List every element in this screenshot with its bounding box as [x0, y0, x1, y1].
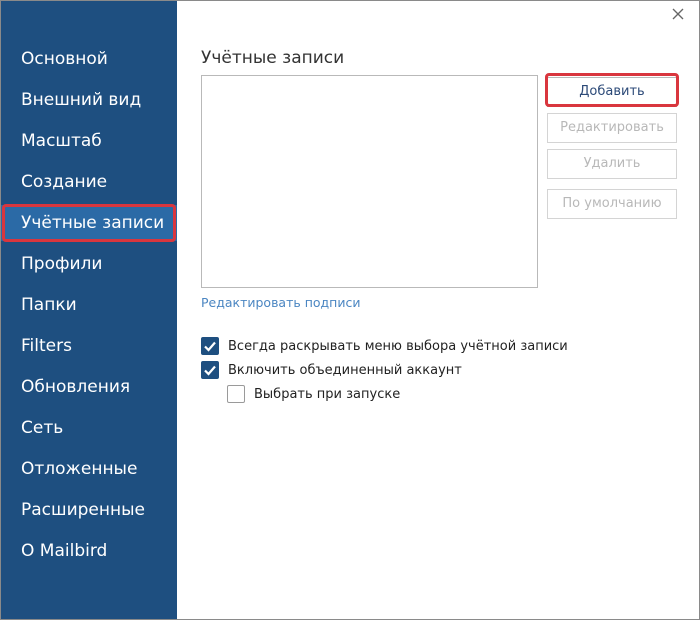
always-expand-checkbox[interactable] [201, 337, 219, 355]
edit-account-button[interactable]: Редактировать [547, 113, 677, 143]
checkmark-icon [204, 341, 216, 352]
sidebar-item-accounts[interactable]: Учётные записи [1, 205, 177, 241]
sidebar-item-folders[interactable]: Папки [1, 287, 177, 323]
edit-signatures-link[interactable]: Редактировать подписи [201, 295, 360, 310]
sidebar-item-about[interactable]: О Mailbird [1, 533, 177, 569]
sidebar-item-updates[interactable]: Обновления [1, 369, 177, 405]
sidebar-item-identities[interactable]: Профили [1, 246, 177, 282]
unified-account-checkbox[interactable] [201, 361, 219, 379]
accounts-list[interactable] [201, 75, 538, 288]
sidebar-item-general[interactable]: Основной [1, 41, 177, 77]
sidebar-item-scaling[interactable]: Масштаб [1, 123, 177, 159]
set-default-button[interactable]: По умолчанию [547, 189, 677, 219]
checkmark-icon [204, 365, 216, 376]
unified-account-label: Включить объединенный аккаунт [228, 362, 462, 378]
sidebar-item-network[interactable]: Сеть [1, 410, 177, 446]
option-select-on-startup[interactable]: Выбрать при запуске [227, 385, 400, 403]
close-button[interactable] [669, 5, 687, 23]
page-title: Учётные записи [201, 48, 345, 68]
select-on-startup-checkbox[interactable] [227, 385, 245, 403]
sidebar-item-filters[interactable]: Filters [1, 328, 177, 364]
sidebar-item-advanced[interactable]: Расширенные [1, 492, 177, 528]
always-expand-label: Всегда раскрывать меню выбора учётной за… [228, 338, 568, 354]
add-account-button[interactable]: Добавить [547, 77, 677, 107]
select-on-startup-label: Выбрать при запуске [254, 386, 401, 402]
sidebar-item-composing[interactable]: Создание [1, 164, 177, 200]
sidebar-item-appearance[interactable]: Внешний вид [1, 82, 177, 118]
close-icon [672, 8, 684, 20]
delete-account-button[interactable]: Удалить [547, 149, 677, 179]
option-always-expand[interactable]: Всегда раскрывать меню выбора учётной за… [201, 337, 568, 355]
sidebar: Основной Внешний вид Масштаб Создание Уч… [1, 1, 177, 619]
option-unified-account[interactable]: Включить объединенный аккаунт [201, 361, 462, 379]
settings-window: Основной Внешний вид Масштаб Создание Уч… [0, 0, 700, 620]
sidebar-item-snoozed[interactable]: Отложенные [1, 451, 177, 487]
